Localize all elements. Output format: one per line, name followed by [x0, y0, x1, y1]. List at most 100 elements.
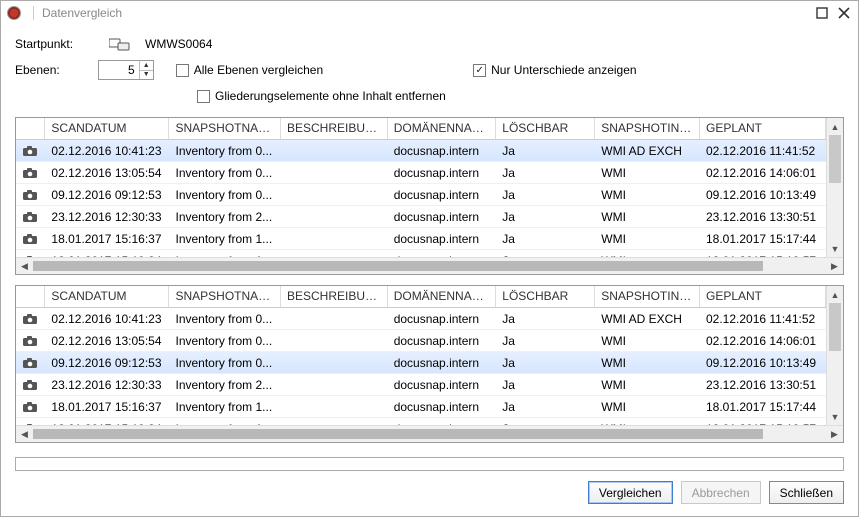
table-row[interactable]: 18.01.2017 15:19:24Inventory from 1...do… — [16, 250, 826, 257]
table-row[interactable]: 18.01.2017 15:16:37Inventory from 1...do… — [16, 228, 826, 250]
cell-snapshotname: Inventory from 0... — [169, 356, 281, 370]
table-row[interactable]: 09.12.2016 09:12:53Inventory from 0...do… — [16, 184, 826, 206]
cell-scandatum: 18.01.2017 15:16:37 — [45, 232, 169, 246]
grid-bottom: SCANDATUMSNAPSHOTNAMEBESCHREIBUNGDOMÄNEN… — [15, 285, 844, 443]
column-header[interactable]: LÖSCHBAR — [496, 286, 595, 307]
grid-header: SCANDATUMSNAPSHOTNAMEBESCHREIBUNGDOMÄNEN… — [16, 286, 826, 308]
cell-snapshotname: Inventory from 0... — [169, 312, 281, 326]
column-header[interactable]: SCANDATUM — [45, 118, 169, 139]
table-row[interactable]: 23.12.2016 12:30:33Inventory from 2...do… — [16, 374, 826, 396]
cell-domaenenname: docusnap.intern — [388, 188, 497, 202]
checkbox-box — [197, 90, 210, 103]
cell-snapshotname: Inventory from 1... — [169, 400, 281, 414]
column-header[interactable]: LÖSCHBAR — [496, 118, 595, 139]
checkbox-box — [473, 64, 486, 77]
close-button[interactable] — [836, 5, 852, 21]
maximize-button[interactable] — [814, 5, 830, 21]
scroll-track[interactable] — [33, 258, 826, 274]
column-header[interactable]: SNAPSHOTINHA... — [595, 118, 700, 139]
scroll-right-icon[interactable]: ▶ — [826, 258, 843, 274]
table-row[interactable]: 02.12.2016 13:05:54Inventory from 0...do… — [16, 162, 826, 184]
vertical-scrollbar[interactable]: ▲▼ — [826, 286, 843, 425]
cell-snapshotinhalt: WMI — [595, 400, 700, 414]
cell-domaenenname: docusnap.intern — [388, 334, 497, 348]
column-header-icon[interactable] — [16, 118, 45, 139]
cell-snapshotname: Inventory from 1... — [169, 254, 281, 258]
column-header[interactable]: SNAPSHOTINHA... — [595, 286, 700, 307]
vertical-scrollbar[interactable]: ▲▼ — [826, 118, 843, 257]
cell-geplant: 18.01.2017 15:19:57 — [700, 422, 826, 426]
camera-icon — [16, 313, 45, 325]
cell-geplant: 23.12.2016 13:30:51 — [700, 210, 826, 224]
column-header[interactable]: DOMÄNENNAME — [388, 286, 497, 307]
cell-snapshotname: Inventory from 1... — [169, 422, 281, 426]
cell-domaenenname: docusnap.intern — [388, 166, 497, 180]
cell-snapshotinhalt: WMI AD EXCH — [595, 144, 700, 158]
camera-icon — [16, 189, 45, 201]
horizontal-scrollbar[interactable]: ◀▶ — [16, 425, 843, 442]
scroll-thumb[interactable] — [829, 135, 841, 183]
column-header[interactable]: SNAPSHOTNAME — [169, 286, 281, 307]
checkbox-only-diff[interactable]: Nur Unterschiede anzeigen — [473, 63, 636, 77]
scroll-up-icon[interactable]: ▲ — [827, 286, 843, 303]
cell-snapshotname: Inventory from 0... — [169, 188, 281, 202]
table-row[interactable]: 02.12.2016 10:41:23Inventory from 0... do… — [16, 308, 826, 330]
camera-icon — [16, 255, 45, 258]
checkbox-label: Gliederungselemente ohne Inhalt entferne… — [215, 89, 446, 103]
scroll-thumb[interactable] — [33, 429, 763, 439]
table-row[interactable]: 02.12.2016 13:05:54Inventory from 0...do… — [16, 330, 826, 352]
horizontal-scrollbar[interactable]: ◀▶ — [16, 257, 843, 274]
scroll-right-icon[interactable]: ▶ — [826, 426, 843, 442]
grid-rows: 02.12.2016 10:41:23Inventory from 0...do… — [16, 308, 826, 425]
scroll-track[interactable] — [827, 135, 843, 240]
cell-snapshotinhalt: WMI — [595, 166, 700, 180]
cell-scandatum: 02.12.2016 10:41:23 — [45, 312, 169, 326]
cell-loeschbar: Ja — [496, 166, 595, 180]
spinner-down[interactable]: ▼ — [140, 70, 153, 80]
table-row[interactable]: 18.01.2017 15:19:24Inventory from 1...do… — [16, 418, 826, 425]
table-row[interactable]: 09.12.2016 09:12:53Inventory from 0...do… — [16, 352, 826, 374]
column-header[interactable]: GEPLANT — [700, 286, 826, 307]
spinner-up[interactable]: ▲ — [140, 61, 153, 70]
scroll-left-icon[interactable]: ◀ — [16, 258, 33, 274]
scroll-down-icon[interactable]: ▼ — [827, 408, 843, 425]
scroll-track[interactable] — [827, 303, 843, 408]
table-row[interactable]: 18.01.2017 15:16:37Inventory from 1...do… — [16, 396, 826, 418]
table-row[interactable]: 02.12.2016 10:41:23Inventory from 0...do… — [16, 140, 826, 162]
cell-snapshotname: Inventory from 0... — [169, 144, 281, 158]
cell-loeschbar: Ja — [496, 334, 595, 348]
scroll-track[interactable] — [33, 426, 826, 442]
scroll-left-icon[interactable]: ◀ — [16, 426, 33, 442]
scroll-thumb[interactable] — [829, 303, 841, 351]
table-row[interactable]: 23.12.2016 12:30:33Inventory from 2...do… — [16, 206, 826, 228]
column-header[interactable]: SNAPSHOTNAME — [169, 118, 281, 139]
camera-icon — [16, 233, 45, 245]
cell-geplant: 02.12.2016 14:06:01 — [700, 334, 826, 348]
camera-icon — [16, 423, 45, 426]
scroll-thumb[interactable] — [33, 261, 763, 271]
grid-top: SCANDATUMSNAPSHOTNAMEBESCHREIBUNGDOMÄNEN… — [15, 117, 844, 275]
levels-input[interactable] — [99, 61, 139, 79]
cell-domaenenname: docusnap.intern — [388, 312, 497, 326]
column-header[interactable]: BESCHREIBUNG — [281, 118, 388, 139]
scroll-up-icon[interactable]: ▲ — [827, 118, 843, 135]
levels-spinner[interactable]: ▲ ▼ — [98, 60, 154, 80]
checkbox-all-levels[interactable]: Alle Ebenen vergleichen — [176, 63, 323, 77]
column-header[interactable]: SCANDATUM — [45, 286, 169, 307]
cell-snapshotname: Inventory from 2... — [169, 378, 281, 392]
cell-geplant: 09.12.2016 10:13:49 — [700, 188, 826, 202]
column-header[interactable]: GEPLANT — [700, 118, 826, 139]
scroll-down-icon[interactable]: ▼ — [827, 240, 843, 257]
button-bar: Vergleichen Abbrechen Schließen — [1, 471, 858, 516]
cell-geplant: 02.12.2016 11:41:52 — [700, 312, 826, 326]
cell-geplant: 18.01.2017 15:17:44 — [700, 400, 826, 414]
checkbox-remove-empty[interactable]: Gliederungselemente ohne Inhalt entferne… — [197, 89, 446, 103]
cell-geplant: 02.12.2016 11:41:52 — [700, 144, 826, 158]
column-header-icon[interactable] — [16, 286, 45, 307]
column-header[interactable]: BESCHREIBUNG — [281, 286, 388, 307]
column-header[interactable]: DOMÄNENNAME — [388, 118, 497, 139]
compare-button[interactable]: Vergleichen — [588, 481, 673, 504]
close-dialog-button[interactable]: Schließen — [769, 481, 844, 504]
startpoint-value: WMWS0064 — [145, 37, 212, 51]
cell-scandatum: 18.01.2017 15:19:24 — [45, 254, 169, 258]
